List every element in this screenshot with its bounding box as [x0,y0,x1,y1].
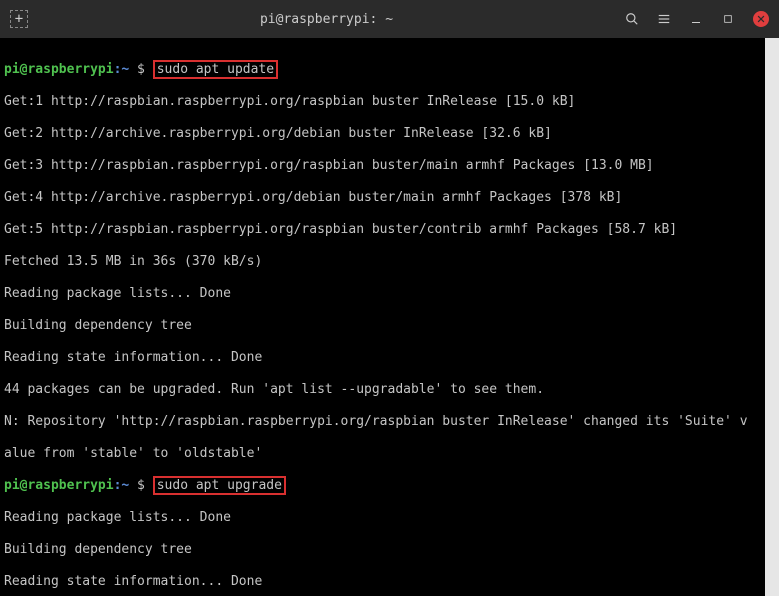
output-line: Reading state information... Done [4,574,775,590]
menu-icon[interactable] [657,12,671,26]
output-line: alue from 'stable' to 'oldstable' [4,446,775,462]
output-line: Building dependency tree [4,318,775,334]
output-line: Reading state information... Done [4,350,775,366]
output-line: Get:2 http://archive.raspberrypi.org/deb… [4,126,775,142]
terminal-output[interactable]: pi@raspberrypi:~ $ sudo apt update Get:1… [0,38,779,596]
prompt-user: pi [4,62,20,77]
output-line: Get:4 http://archive.raspberrypi.org/deb… [4,190,775,206]
command-upgrade: sudo apt upgrade [153,476,286,495]
maximize-icon[interactable] [721,12,735,26]
titlebar: + pi@raspberrypi: ~ [0,0,779,38]
close-icon[interactable] [753,11,769,27]
command-update: sudo apt update [153,60,278,79]
output-line: Get:5 http://raspbian.raspberrypi.org/ra… [4,222,775,238]
prompt-host: raspberrypi [27,62,113,77]
new-tab-icon[interactable]: + [10,10,28,28]
output-line: Fetched 13.5 MB in 36s (370 kB/s) [4,254,775,270]
output-line: Building dependency tree [4,542,775,558]
output-line: Reading package lists... Done [4,286,775,302]
minimize-icon[interactable] [689,12,703,26]
output-line: Reading package lists... Done [4,510,775,526]
search-icon[interactable] [625,12,639,26]
output-line: 44 packages can be upgraded. Run 'apt li… [4,382,775,398]
window-title: pi@raspberrypi: ~ [28,12,625,27]
output-line: Get:1 http://raspbian.raspberrypi.org/ra… [4,94,775,110]
scrollbar[interactable] [765,38,779,596]
output-line: N: Repository 'http://raspbian.raspberry… [4,414,775,430]
output-line: Get:3 http://raspbian.raspberrypi.org/ra… [4,158,775,174]
